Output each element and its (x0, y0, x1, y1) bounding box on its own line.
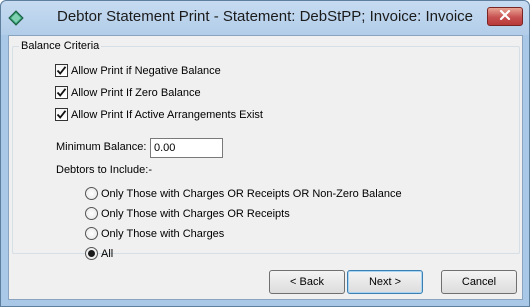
title-bar[interactable]: Debtor Statement Print - Statement: DebS… (1, 1, 529, 35)
radio-button[interactable] (85, 187, 98, 200)
close-button[interactable] (487, 7, 523, 26)
checkbox-label: Allow Print If Zero Balance (71, 86, 201, 99)
debtors-to-include-label: Debtors to Include:- (56, 164, 152, 176)
window-title: Debtor Statement Print - Statement: DebS… (56, 8, 474, 25)
group-title: Balance Criteria (19, 40, 102, 52)
checkbox-active-arrangements[interactable]: Allow Print If Active Arrangements Exist (55, 108, 263, 121)
checkbox[interactable] (55, 108, 68, 121)
radio-charges-receipts-nonzero[interactable]: Only Those with Charges OR Receipts OR N… (85, 187, 402, 200)
checkbox-label: Allow Print if Negative Balance (71, 64, 221, 77)
close-icon (499, 9, 511, 23)
minimum-balance-input[interactable] (150, 138, 223, 158)
radio-label: Only Those with Charges OR Receipts OR N… (101, 187, 402, 200)
radio-button[interactable] (85, 207, 98, 220)
checkmark-icon (56, 110, 67, 119)
minimum-balance-label: Minimum Balance: (56, 141, 147, 153)
checkbox-negative-balance[interactable]: Allow Print if Negative Balance (55, 64, 221, 77)
checkmark-icon (56, 88, 67, 97)
checkbox-zero-balance[interactable]: Allow Print If Zero Balance (55, 86, 201, 99)
radio-label: Only Those with Charges (101, 227, 225, 240)
next-button[interactable]: Next > (347, 270, 423, 294)
checkbox[interactable] (55, 64, 68, 77)
radio-charges-receipts[interactable]: Only Those with Charges OR Receipts (85, 207, 290, 220)
checkbox[interactable] (55, 86, 68, 99)
radio-label: Only Those with Charges OR Receipts (101, 207, 290, 220)
dialog-window: Debtor Statement Print - Statement: DebS… (0, 0, 530, 307)
checkbox-label: Allow Print If Active Arrangements Exist (71, 108, 263, 121)
dialog-body: Balance Criteria Allow Print if Negative… (8, 35, 523, 300)
checkmark-icon (56, 66, 67, 75)
back-button[interactable]: < Back (269, 270, 345, 294)
balance-criteria-group: Balance Criteria Allow Print if Negative… (12, 40, 520, 260)
radio-label: All (101, 247, 114, 260)
radio-button[interactable] (85, 227, 98, 240)
radio-charges-only[interactable]: Only Those with Charges (85, 227, 224, 240)
radio-all[interactable]: All (85, 247, 113, 260)
cancel-button[interactable]: Cancel (441, 270, 517, 294)
radio-button[interactable] (85, 247, 98, 260)
